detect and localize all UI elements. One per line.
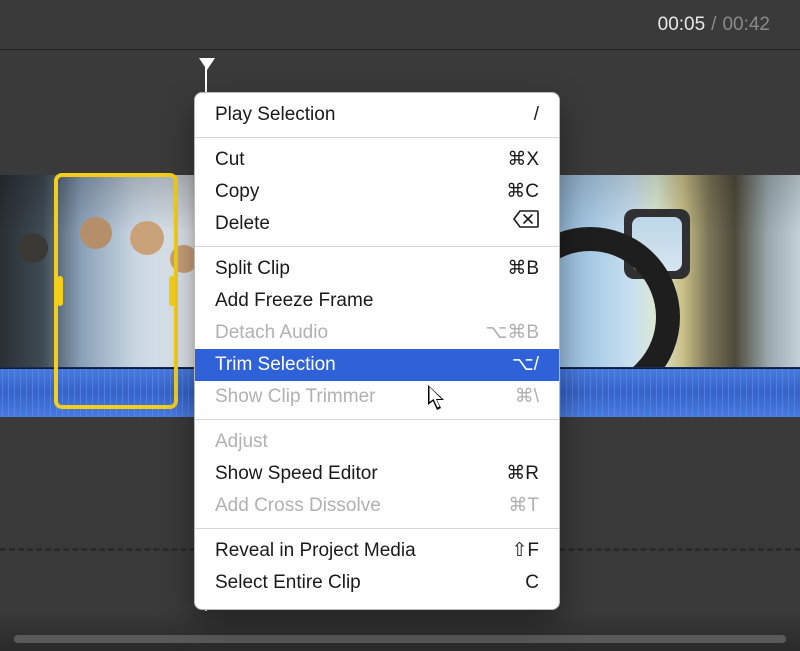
menu-separator <box>195 528 559 529</box>
menu-item-play-selection[interactable]: Play Selection/ <box>195 99 559 131</box>
menu-item-shortcut: ⌥⌘B <box>485 320 539 346</box>
menu-item-label: Play Selection <box>215 102 534 128</box>
menu-item-label: Cut <box>215 147 507 173</box>
menu-item-label: Split Clip <box>215 256 507 282</box>
menu-item-label: Show Clip Trimmer <box>215 384 515 410</box>
selection-left-handle[interactable] <box>57 276 63 306</box>
menu-item-cut[interactable]: Cut⌘X <box>195 144 559 176</box>
bottom-bar <box>0 611 800 651</box>
menu-item-shortcut: ⌘\ <box>515 384 539 410</box>
menu-item-label: Reveal in Project Media <box>215 538 511 564</box>
menu-item-shortcut: ⌘B <box>507 256 539 282</box>
menu-item-label: Delete <box>215 211 513 237</box>
clip-selection[interactable] <box>54 173 178 409</box>
playhead-handle-icon[interactable] <box>199 58 215 70</box>
menu-separator <box>195 419 559 420</box>
timeline-ruler[interactable] <box>0 50 800 86</box>
menu-item-shortcut: ⌘X <box>507 147 539 173</box>
menu-item-label: Add Freeze Frame <box>215 288 539 314</box>
menu-separator <box>195 137 559 138</box>
menu-item-label: Trim Selection <box>215 352 512 378</box>
menu-item-reveal-in-project-media[interactable]: Reveal in Project Media⇧F <box>195 535 559 567</box>
menu-item-shortcut: ⌘C <box>506 179 539 205</box>
menu-item-split-clip[interactable]: Split Clip⌘B <box>195 253 559 285</box>
menu-item-add-freeze-frame[interactable]: Add Freeze Frame <box>195 285 559 317</box>
menu-item-delete[interactable]: Delete <box>195 208 559 240</box>
time-separator: / <box>711 14 716 36</box>
time-display: 00:05 / 00:42 <box>0 0 800 50</box>
menu-item-trim-selection[interactable]: Trim Selection⌥/ <box>195 349 559 381</box>
menu-item-show-speed-editor[interactable]: Show Speed Editor⌘R <box>195 458 559 490</box>
menu-item-detach-audio: Detach Audio⌥⌘B <box>195 317 559 349</box>
selection-right-handle[interactable] <box>169 276 175 306</box>
context-menu[interactable]: Play Selection/Cut⌘XCopy⌘CDeleteSplit Cl… <box>194 92 560 610</box>
delete-key-icon <box>513 211 539 237</box>
horizontal-scrollbar[interactable] <box>14 635 786 643</box>
menu-item-shortcut: ⌘R <box>506 461 539 487</box>
menu-item-shortcut: C <box>525 570 539 596</box>
menu-item-label: Select Entire Clip <box>215 570 525 596</box>
menu-item-copy[interactable]: Copy⌘C <box>195 176 559 208</box>
menu-item-shortcut: ⌥/ <box>512 352 539 378</box>
menu-separator <box>195 246 559 247</box>
menu-item-shortcut: / <box>534 102 539 128</box>
menu-item-shortcut: ⇧F <box>511 538 539 564</box>
menu-item-label: Add Cross Dissolve <box>215 493 508 519</box>
menu-item-add-cross-dissolve: Add Cross Dissolve⌘T <box>195 490 559 522</box>
menu-item-shortcut: ⌘T <box>508 493 539 519</box>
menu-item-label: Adjust <box>215 429 539 455</box>
menu-item-label: Show Speed Editor <box>215 461 506 487</box>
clip-2[interactable] <box>540 175 800 367</box>
menu-item-label: Detach Audio <box>215 320 485 346</box>
menu-item-show-clip-trimmer: Show Clip Trimmer⌘\ <box>195 381 559 413</box>
time-total: 00:42 <box>722 14 770 36</box>
menu-item-adjust: Adjust <box>195 426 559 458</box>
menu-item-select-entire-clip[interactable]: Select Entire ClipC <box>195 567 559 599</box>
menu-item-label: Copy <box>215 179 506 205</box>
time-current: 00:05 <box>658 14 706 36</box>
